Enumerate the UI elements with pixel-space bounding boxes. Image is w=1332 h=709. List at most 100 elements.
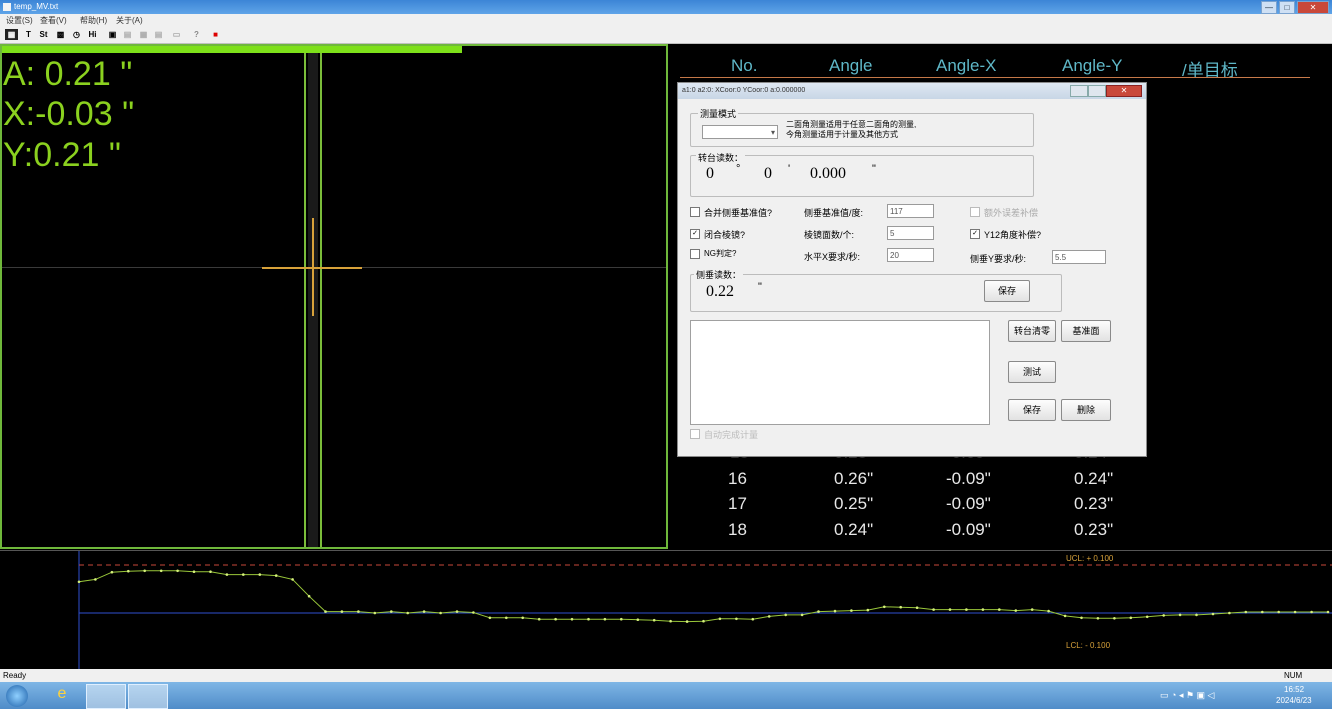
data-point <box>702 619 705 623</box>
vertical-requirement-input[interactable]: 5.5 <box>1052 250 1106 264</box>
row-angle: 0.24" <box>834 520 874 539</box>
data-point <box>685 620 689 623</box>
clock-icon[interactable]: ◷ <box>70 29 83 40</box>
data-point <box>422 610 426 613</box>
dialog-title-bar: a1:0 a2:0: XCoor:0 YCoor:0 a:0.000000 ✕ <box>678 83 1146 99</box>
title-bar: temp_MV.txt — □ ✕ <box>0 0 1332 14</box>
data-point <box>620 617 623 621</box>
record-icon[interactable]: ■ <box>209 29 222 40</box>
dialog-minimize-button[interactable] <box>1070 85 1088 97</box>
close-button[interactable]: ✕ <box>1297 1 1329 14</box>
horizontal-requirement-input[interactable]: 20 <box>887 248 934 262</box>
auto-complete-checkbox[interactable] <box>690 429 700 439</box>
data-point <box>915 606 919 609</box>
chart-icon[interactable]: ▦ <box>5 29 18 40</box>
row-angle-y: 0.23" <box>1074 494 1114 513</box>
save-button[interactable]: 保存 <box>1008 399 1056 421</box>
data-point <box>192 570 196 573</box>
data-point <box>1145 615 1149 619</box>
readout-a: A: 0.21 " <box>3 55 133 93</box>
ng-checkbox[interactable] <box>690 249 700 259</box>
data-point <box>965 608 968 611</box>
data-point <box>1096 617 1100 620</box>
merge-label: 合并侧垂基准值? <box>704 208 773 218</box>
list-icon[interactable]: ▤ <box>152 29 165 40</box>
taskbar-app-icon[interactable] <box>86 684 126 709</box>
data-point <box>340 610 344 613</box>
minute-symbol: ' <box>788 163 791 175</box>
col-header-no: No. <box>731 56 758 75</box>
dialog-close-button[interactable]: ✕ <box>1106 85 1142 97</box>
data-point <box>324 610 327 613</box>
data-point <box>735 617 738 621</box>
turntable-zero-button[interactable]: 转台清零 <box>1008 320 1056 342</box>
data-point <box>1063 614 1067 618</box>
row-angle: 0.26" <box>834 469 874 488</box>
results-list[interactable] <box>690 320 990 425</box>
y12-checkbox[interactable]: ✓ <box>970 229 980 239</box>
row-angle-y: 0.24" <box>1074 469 1114 488</box>
data-point <box>603 617 607 621</box>
data-point <box>439 611 442 615</box>
vertical-requirement-label: 侧垂Y要求/秒: <box>970 254 1027 264</box>
reading-second-symbol: " <box>758 281 762 293</box>
data-point <box>850 609 853 612</box>
data-point <box>406 611 410 615</box>
copy-icon[interactable]: ▤ <box>121 29 134 40</box>
save-reading-button[interactable]: 保存 <box>984 280 1030 302</box>
data-point <box>1326 610 1330 614</box>
data-point <box>159 569 163 573</box>
merge-checkbox[interactable] <box>690 207 700 217</box>
data-point <box>669 619 672 623</box>
delete-button[interactable]: 删除 <box>1061 399 1111 421</box>
table-icon[interactable]: ▦ <box>137 29 150 40</box>
y12-label: Y12角度补偿? <box>984 230 1042 240</box>
crosshair-vertical <box>312 218 314 316</box>
ie-icon[interactable]: e <box>46 685 78 707</box>
minimize-button[interactable]: — <box>1261 1 1277 14</box>
maximize-button[interactable]: □ <box>1279 1 1295 14</box>
data-point <box>1162 614 1165 617</box>
t-tool-button[interactable]: T <box>22 29 35 40</box>
base-value-input[interactable]: 117 <box>887 204 934 218</box>
print-icon[interactable]: ▭ <box>170 29 183 40</box>
dialog-maximize-button[interactable] <box>1088 85 1106 97</box>
guide-line-left <box>304 46 306 547</box>
folder-icon[interactable] <box>128 684 168 709</box>
data-point <box>357 610 360 613</box>
data-point <box>505 616 508 620</box>
menu-settings[interactable]: 设置(S) <box>6 15 33 26</box>
test-button[interactable]: 测试 <box>1008 361 1056 383</box>
tray-icons[interactable]: ▭ ◔ ◂ ⚑ ▣ ◁ <box>1160 690 1214 701</box>
start-button[interactable] <box>6 685 28 707</box>
data-point <box>1293 610 1297 614</box>
data-point <box>1113 617 1116 620</box>
mode-select[interactable]: ▾ <box>702 125 778 139</box>
base-plane-button[interactable]: 基准面 <box>1061 320 1111 342</box>
data-point <box>274 574 278 577</box>
second-symbol: " <box>872 163 876 175</box>
data-point <box>883 605 886 609</box>
measurement-dialog: a1:0 a2:0: XCoor:0 YCoor:0 a:0.000000 ✕ … <box>677 82 1147 457</box>
turntable-minutes: 0 <box>764 165 772 182</box>
help-icon[interactable]: ? <box>190 29 203 40</box>
extra-comp-checkbox[interactable] <box>970 207 980 217</box>
base-value-label: 侧垂基准值/度: <box>804 208 864 218</box>
grid-icon[interactable]: ▩ <box>54 29 67 40</box>
mode-description-2: 今角测量适用于计量及其他方式 <box>786 130 898 139</box>
menu-about[interactable]: 关于(A) <box>116 15 143 26</box>
hi-tool-button[interactable]: Hi <box>86 29 99 40</box>
layout-icon[interactable]: ▣ <box>106 29 119 40</box>
data-point <box>390 610 393 613</box>
menu-view[interactable]: 查看(V) <box>40 15 67 26</box>
window-title: temp_MV.txt <box>14 2 59 11</box>
st-tool-button[interactable]: St <box>37 29 50 40</box>
menu-help[interactable]: 帮助(H) <box>80 15 107 26</box>
data-point <box>866 608 870 612</box>
closed-prism-checkbox[interactable]: ✓ <box>690 229 700 239</box>
prism-faces-input[interactable]: 5 <box>887 226 934 240</box>
data-point <box>1178 613 1182 617</box>
toolbar: ▦ T St ▩ ◷ Hi ▣ ▤ ▦ ▤ ▭ ? ■ <box>0 26 1332 44</box>
data-point <box>472 611 475 614</box>
data-point <box>1261 610 1264 614</box>
